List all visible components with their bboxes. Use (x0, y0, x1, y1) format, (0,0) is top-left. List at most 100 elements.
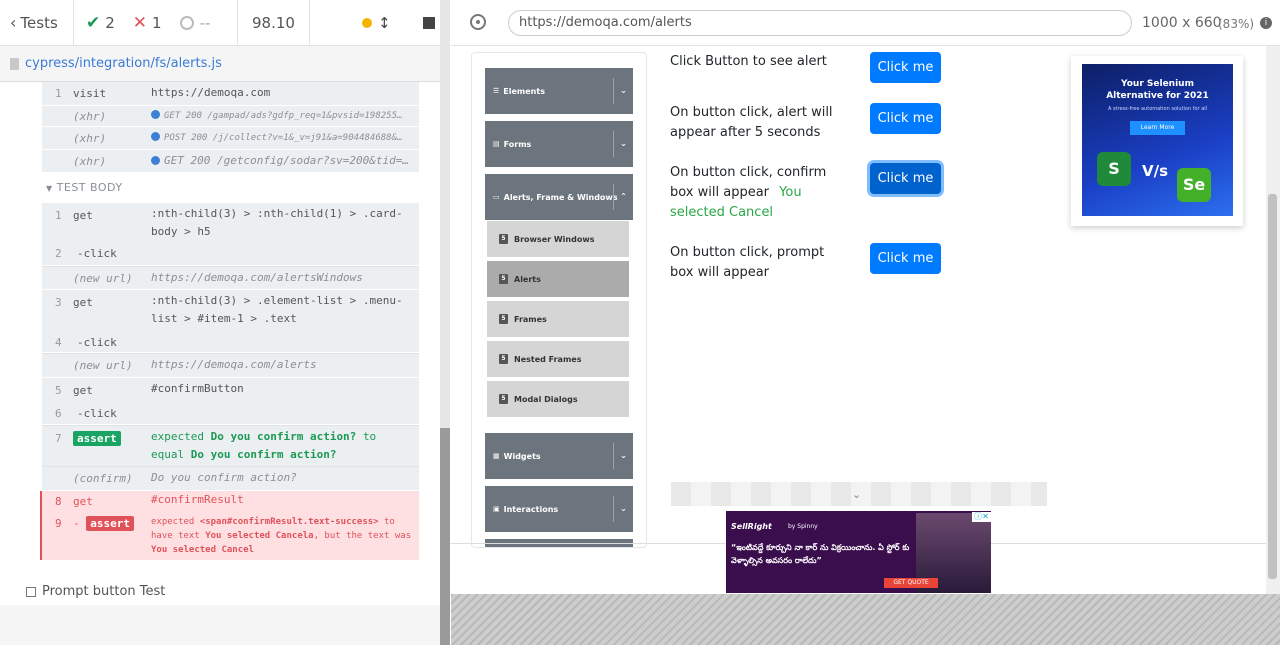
item-label: Frames (514, 314, 547, 324)
ad-brand-by: by Spinny (788, 523, 818, 530)
command-message: #confirmResult (151, 493, 244, 506)
aut-panel: https://demoqa.com/alerts 1000 x 660 (83… (451, 0, 1280, 645)
command-row[interactable]: 1 visit https://demoqa.com (42, 82, 419, 105)
ad-text: “ఇంటివద్దే కూర్చుని నా కార్ ను విక్రయించ… (731, 543, 910, 565)
prompt-button[interactable]: Click me (870, 243, 941, 274)
ad-subtitle: A stress-free automation solution for al… (1107, 106, 1208, 112)
xhr-dot-icon (151, 132, 160, 141)
command-row[interactable]: 3 get :nth-child(3) > .element-list > .m… (42, 290, 419, 352)
item-label: Modal Dialogs (514, 394, 578, 404)
html5-icon: 5 (499, 394, 508, 404)
ad-collapse-strip: ⌄ (671, 482, 1047, 506)
xhr-dot-icon (151, 156, 160, 165)
command-number: 6 (55, 407, 62, 420)
auto-scroll-dot-icon[interactable] (362, 17, 372, 28)
command-row[interactable]: (xhr) GET 200 /gampad/ads?gdfp_req=1&pvs… (42, 106, 419, 126)
scrollbar-thumb[interactable] (440, 428, 450, 645)
menu-item-modal-dialogs[interactable]: 5 Modal Dialogs (487, 381, 629, 419)
group-label: Alerts, Frame & Windows (503, 192, 618, 202)
msg-part: expected (151, 517, 195, 527)
spec-path[interactable]: cypress/integration/fs/alerts.js (25, 56, 222, 71)
viewport-size: 1000 x 660 (1142, 15, 1222, 31)
pending-icon (179, 15, 194, 30)
command-row[interactable]: (xhr) GET 200 /getconfig/sodar?sv=200&ti… (42, 150, 419, 172)
row-text-confirm: On button click, confirm box will appear… (670, 163, 850, 223)
group-label: Widgets (503, 451, 541, 461)
aut-scrollbar[interactable] (1266, 46, 1280, 594)
next-test-row[interactable]: Prompt button Test (26, 584, 165, 599)
menu-item-alerts[interactable]: 5 Alerts (487, 261, 629, 299)
timer-alert-button[interactable]: Click me (870, 103, 941, 134)
failed-count: 1 (152, 13, 162, 32)
command-row-assert-pass[interactable]: 7 assert expected Do you confirm action?… (42, 426, 419, 466)
runner-panel: ‹ Tests ✔ 2 ✕ 1 -- 98.10 ↕ cypress/integ… (0, 0, 450, 645)
test-body-label[interactable]: ▼ TEST BODY (46, 181, 123, 194)
tests-back-button[interactable]: ‹ Tests (0, 0, 74, 46)
ad-se-logo: Se (1177, 168, 1211, 202)
confirm-button[interactable]: Click me (870, 163, 941, 194)
command-number: 8 (55, 495, 62, 508)
scrollbar-thumb[interactable] (1268, 194, 1277, 579)
command-row-assert-fail[interactable]: 8 get #confirmResult 9 - assert expected… (40, 491, 419, 560)
caret-down-icon: ▼ (46, 184, 53, 193)
command-number: 7 (55, 432, 62, 445)
command-message: POST 200 /j/collect?v=1&_v=j91&a=9044846… (164, 133, 403, 143)
command-message: GET 200 /gampad/ads?gdfp_req=1&pvsid=198… (164, 111, 403, 121)
menu-group-interactions[interactable]: ▣ Interactions ⌄ (485, 486, 633, 532)
confirm-text: On button click, confirm box will appear (670, 165, 827, 200)
ad-learn-more-button[interactable]: Learn More (1130, 121, 1185, 135)
row-text-timer-alert: On button click, alert will appear after… (670, 105, 833, 140)
test-body-text: TEST BODY (56, 181, 123, 194)
scroll-toggle-icon[interactable]: ↕ (378, 14, 391, 32)
stop-button[interactable] (422, 16, 435, 29)
url-input[interactable]: https://demoqa.com/alerts (508, 10, 1132, 36)
command-message: expected Do you confirm action? to equal… (151, 428, 413, 464)
command-number: 1 (55, 209, 62, 222)
menu-group-alerts[interactable]: ▭ Alerts, Frame & Windows ⌃ (485, 174, 633, 220)
command-row[interactable]: 1 get :nth-child(3) > :nth-child(1) > .c… (42, 203, 419, 265)
command-row[interactable]: (new url) https://demoqa.com/alertsWindo… (42, 267, 419, 289)
alert-button[interactable]: Click me (870, 52, 941, 83)
html5-icon: 5 (499, 234, 508, 244)
selenium-ad[interactable]: Your Selenium Alternative for 2021 A str… (1071, 56, 1243, 226)
passed-count: 2 (105, 13, 115, 32)
chevron-up-icon: ⌃ (613, 184, 633, 210)
command-name: -click (77, 407, 117, 420)
grid-icon: ▦ (493, 452, 500, 460)
ad-get-quote-button[interactable]: GET QUOTE (884, 578, 938, 588)
pending-count: -- (199, 13, 211, 32)
command-name: get (73, 384, 93, 397)
chevron-down-icon[interactable]: ⌄ (852, 488, 861, 501)
ad-s-logo: S (1097, 152, 1131, 186)
command-row[interactable]: (confirm) Do you confirm action? (42, 467, 419, 490)
menu-item-frames[interactable]: 5 Frames (487, 301, 629, 339)
reporter-scrollbar[interactable] (440, 0, 450, 645)
info-icon[interactable]: i (1260, 17, 1272, 29)
interaction-icon: ▣ (493, 505, 500, 513)
ad-info-close-icon[interactable]: ⓘ✕ (972, 512, 991, 522)
command-message: GET 200 /getconfig/sodar?sv=200&tid=… (164, 154, 410, 167)
command-row[interactable]: (xhr) POST 200 /j/collect?v=1&_v=j91&a=9… (42, 127, 419, 149)
tests-label: Tests (20, 13, 58, 32)
spec-file-bar: cypress/integration/fs/alerts.js (0, 46, 440, 82)
item-label: Nested Frames (514, 354, 582, 364)
row-text-alert: Click Button to see alert (670, 54, 827, 69)
msg-part: Do you confirm action? (190, 448, 337, 461)
assert-badge: assert (86, 516, 134, 531)
menu-group-forms[interactable]: ▤ Forms ⌄ (485, 121, 633, 167)
menu-group-elements[interactable]: ☰ Elements ⌄ (485, 68, 633, 114)
sellright-ad[interactable]: SellRight by Spinny “ఇంటివద్దే కూర్చుని … (726, 511, 991, 593)
html5-icon: 5 (499, 354, 508, 364)
command-row[interactable]: (new url) https://demoqa.com/alerts (42, 354, 419, 377)
file-icon (10, 57, 19, 70)
command-row[interactable]: 5 get #confirmButton 6 -click (42, 378, 419, 424)
menu-group-widgets[interactable]: ▦ Widgets ⌄ (485, 433, 633, 479)
command-name: (confirm) (73, 472, 133, 485)
menu-item-browser-windows[interactable]: 5 Browser Windows (487, 221, 629, 259)
command-name: get (73, 296, 93, 309)
cross-icon: ✕ (132, 12, 148, 33)
ad-title: Your Selenium Alternative for 2021 (1106, 79, 1209, 101)
menu-item-nested-frames[interactable]: 5 Nested Frames (487, 341, 629, 379)
item-label: Browser Windows (514, 234, 595, 244)
msg-part: expected (151, 430, 204, 443)
